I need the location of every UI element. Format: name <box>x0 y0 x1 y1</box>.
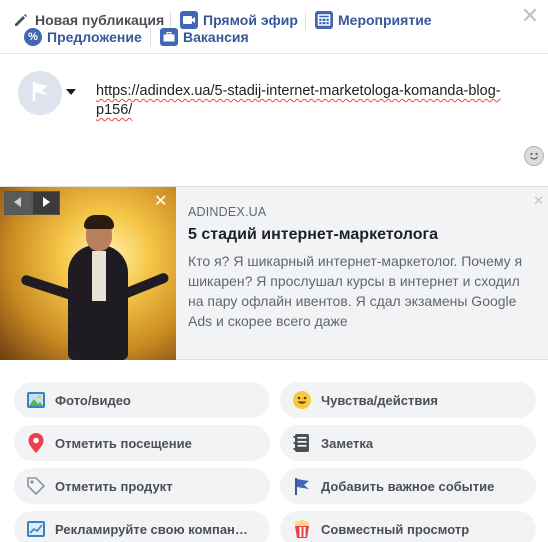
briefcase-icon <box>160 28 178 46</box>
action-tag-product[interactable]: Отметить продукт <box>14 468 270 504</box>
popcorn-icon <box>291 518 313 540</box>
tag-icon <box>25 475 47 497</box>
promote-icon <box>25 518 47 540</box>
calendar-icon <box>315 11 333 29</box>
tab-live-label: Прямой эфир <box>203 12 298 28</box>
action-check-in[interactable]: Отметить посещение <box>14 425 270 461</box>
link-preview[interactable]: ✕ ADINDEX.UA 5 стадий интернет-маркетоло… <box>0 186 548 360</box>
action-life-event-label: Добавить важное событие <box>321 478 495 494</box>
flag-icon <box>291 475 313 497</box>
post-text-input[interactable]: https://adindex.ua/5-stadij-internet-mar… <box>96 82 516 120</box>
tab-new-post[interactable]: Новая публикация <box>12 11 164 29</box>
action-promote-label: Рекламируйте свою компан… <box>55 521 248 537</box>
emoji-icon[interactable] <box>524 146 544 166</box>
remove-preview-icon[interactable]: ✕ <box>533 193 544 209</box>
flag-avatar-icon <box>27 78 53 109</box>
action-promote[interactable]: Рекламируйте свою компан… <box>14 511 270 542</box>
action-feelings-label: Чувства/действия <box>321 392 438 408</box>
composer-tabs: Новая публикация Прямой эфир Мероприятие… <box>0 0 548 54</box>
close-icon[interactable]: ✕ <box>520 5 540 27</box>
next-image-button[interactable] <box>32 191 60 215</box>
preview-title: 5 стадий интернет-маркетолога <box>188 226 439 243</box>
preview-image-shirt <box>92 251 106 301</box>
action-photo-video[interactable]: Фото/видео <box>14 382 270 418</box>
avatar[interactable] <box>18 71 62 115</box>
percent-icon: % <box>24 28 42 46</box>
tab-offer[interactable]: % Предложение <box>24 28 142 46</box>
preview-image-hair <box>84 215 114 229</box>
location-pin-icon <box>25 432 47 454</box>
action-note[interactable]: Заметка <box>280 425 536 461</box>
action-life-event[interactable]: Добавить важное событие <box>280 468 536 504</box>
action-feelings[interactable]: Чувства/действия <box>280 382 536 418</box>
tab-event-label: Мероприятие <box>338 12 432 28</box>
tab-job-label: Вакансия <box>183 29 249 45</box>
smiley-icon <box>291 389 313 411</box>
composer-actions: Фото/видео Чувства/действия Отметить пос… <box>0 361 548 542</box>
remove-image-icon[interactable]: ✕ <box>154 191 167 211</box>
preview-text: ADINDEX.UA 5 стадий интернет-маркетолога… <box>188 205 538 331</box>
action-note-label: Заметка <box>321 435 374 451</box>
tab-divider <box>305 12 306 30</box>
audience-dropdown-icon[interactable] <box>66 89 76 95</box>
tab-live[interactable]: Прямой эфир <box>180 11 298 29</box>
note-icon <box>291 432 313 454</box>
preview-description: Кто я? Я шикарный интернет-маркетолог. П… <box>188 253 523 329</box>
action-watch-party[interactable]: Совместный просмотр <box>280 511 536 542</box>
arrow-right-icon <box>42 194 50 212</box>
pencil-icon <box>12 11 30 29</box>
post-text-value: https://adindex.ua/5-stadij-internet-mar… <box>96 83 501 118</box>
action-watch-party-label: Совместный просмотр <box>321 521 470 537</box>
tab-divider <box>150 28 151 46</box>
tab-event[interactable]: Мероприятие <box>315 11 432 29</box>
preview-domain: ADINDEX.UA <box>188 205 267 219</box>
preview-image: ✕ <box>0 187 176 360</box>
action-tag-product-label: Отметить продукт <box>55 478 173 494</box>
action-photo-video-label: Фото/видео <box>55 392 131 408</box>
arrow-left-icon <box>14 194 22 212</box>
photo-icon <box>25 389 47 411</box>
post-composer: https://adindex.ua/5-stadij-internet-mar… <box>0 55 548 185</box>
tab-job[interactable]: Вакансия <box>160 28 249 46</box>
tab-offer-label: Предложение <box>47 29 142 45</box>
tab-new-post-label: Новая публикация <box>35 12 165 28</box>
live-video-icon <box>180 11 198 29</box>
action-check-in-label: Отметить посещение <box>55 435 192 451</box>
prev-image-button[interactable] <box>4 191 32 215</box>
